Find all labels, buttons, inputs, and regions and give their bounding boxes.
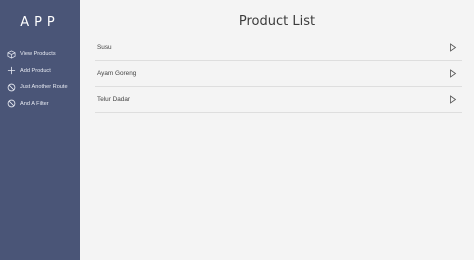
sidebar-item-just-another-route[interactable]: Just Another Route — [0, 79, 80, 96]
list-item[interactable]: Susu — [95, 35, 462, 61]
sidebar: APP View Products Add Product Just Anoth… — [0, 0, 80, 260]
sidebar-item-label: Add Product — [20, 67, 51, 74]
cube-icon — [7, 50, 16, 59]
sidebar-item-label: Just Another Route — [20, 84, 68, 91]
play-arrow-icon[interactable] — [449, 69, 457, 78]
sidebar-item-and-a-filter[interactable]: And A Filter — [0, 96, 80, 113]
product-list: Susu Ayam Goreng Telur Dadar — [95, 35, 462, 113]
sidebar-item-label: And A Filter — [20, 100, 49, 107]
play-arrow-icon[interactable] — [449, 43, 457, 52]
plus-icon — [7, 66, 16, 75]
app-title: APP — [20, 15, 60, 30]
list-item[interactable]: Ayam Goreng — [95, 61, 462, 87]
product-name: Ayam Goreng — [97, 70, 137, 77]
page-title: Product List — [238, 14, 316, 29]
product-name: Susu — [97, 44, 112, 51]
main-content: Product List Susu Ayam Goreng Telur Dada… — [80, 0, 474, 260]
block-icon — [7, 99, 16, 108]
sidebar-item-add-product[interactable]: Add Product — [0, 63, 80, 80]
list-item[interactable]: Telur Dadar — [95, 87, 462, 113]
product-name: Telur Dadar — [97, 96, 131, 103]
sidebar-item-label: View Products — [20, 51, 56, 58]
sidebar-menu: View Products Add Product Just Another R… — [0, 46, 80, 112]
play-arrow-icon[interactable] — [449, 95, 457, 104]
block-icon — [7, 83, 16, 92]
sidebar-item-view-products[interactable]: View Products — [0, 46, 80, 63]
